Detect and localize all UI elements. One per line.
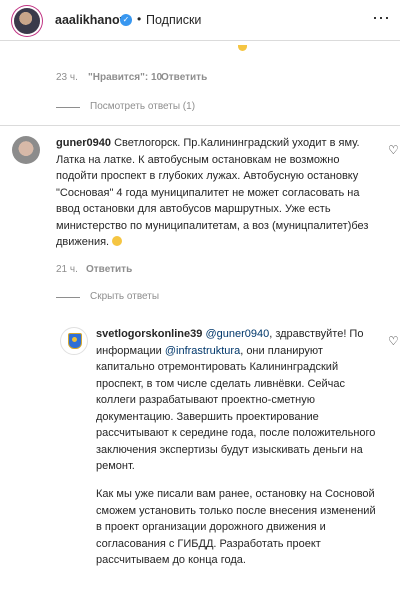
comment-body: guner0940 Светлогорск. Пр.Калининградски…	[56, 135, 374, 251]
hide-replies-button[interactable]: Скрыть ответы	[90, 291, 159, 302]
reply-body: svetlogorskonline39 @guner0940, здравств…	[96, 326, 376, 475]
author-username[interactable]: aaalikhanov	[55, 13, 127, 27]
commenter-avatar[interactable]	[12, 136, 40, 164]
emoji-icon	[238, 45, 247, 51]
comment-reply-button[interactable]: Ответить	[86, 264, 132, 275]
previous-comment-time: 23 ч.	[56, 72, 78, 83]
more-options-icon[interactable]: ⋯	[372, 8, 391, 29]
comment-time: 21 ч.	[56, 264, 78, 275]
reply-paragraph-2: Как мы уже писали вам ранее, остановку н…	[96, 488, 376, 566]
replier-username[interactable]: svetlogorskonline39	[96, 328, 202, 340]
author-avatar[interactable]	[14, 8, 40, 34]
mention-guner[interactable]: @guner0940	[205, 328, 269, 340]
mention-infrastruktura[interactable]: @infrastruktura	[165, 345, 240, 357]
view-replies-button[interactable]: Посмотреть ответы (1)	[90, 101, 195, 112]
header-separator: •	[137, 12, 142, 26]
like-reply-icon[interactable]: ♡	[388, 334, 399, 348]
following-button[interactable]: Подписки	[146, 13, 201, 27]
previous-comment-likes[interactable]: "Нравится": 10	[88, 72, 162, 83]
replies-line	[56, 107, 80, 108]
previous-comment-reply-button[interactable]: Ответить	[161, 72, 207, 83]
reply-text-part2: , они планируют капитально отремонтирова…	[96, 344, 376, 473]
divider	[0, 125, 400, 126]
comment-text: Светлогорск. Пр.Калининградский уходит в…	[56, 137, 369, 248]
like-comment-icon[interactable]: ♡	[388, 143, 399, 157]
coat-of-arms-icon	[68, 333, 82, 349]
replier-avatar[interactable]	[60, 327, 88, 355]
replies-line	[56, 297, 80, 298]
sad-emoji-icon	[112, 236, 123, 246]
verified-badge-icon: ✓	[120, 14, 132, 26]
previous-comment-text-clipped	[56, 43, 236, 51]
post-header: aaalikhanov ✓ • Подписки ⋯	[0, 0, 400, 41]
commenter-username[interactable]: guner0940	[56, 137, 111, 149]
